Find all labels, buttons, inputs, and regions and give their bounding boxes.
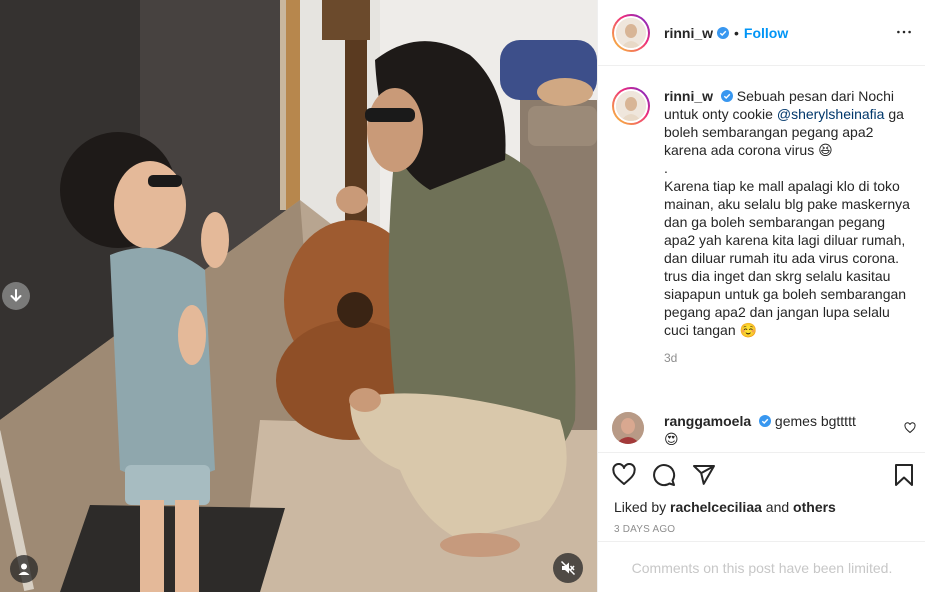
separator-dot: • xyxy=(734,24,739,41)
post-caption: rinni_w Sebuah pesan dari Nochi untuk on… xyxy=(612,87,912,365)
caption-avatar[interactable] xyxy=(612,87,650,125)
mute-icon[interactable] xyxy=(553,553,583,583)
comment-emoji: 😍 xyxy=(664,431,679,447)
caption-paragraph-2: Karena tiap ke mall apalagi klo di toko … xyxy=(664,178,910,338)
commenter-avatar[interactable] xyxy=(612,412,644,444)
caption-timestamp[interactable]: 3d xyxy=(664,351,912,365)
caption-mention[interactable]: @sherylsheinafia xyxy=(777,106,885,122)
post-author-username[interactable]: rinni_w xyxy=(664,25,713,41)
verified-badge-icon xyxy=(717,26,730,39)
bookmark-icon[interactable] xyxy=(892,463,916,487)
comments-limited-notice: Comments on this post have been limited. xyxy=(598,541,925,592)
verified-badge-icon xyxy=(720,90,733,102)
action-buttons-row xyxy=(612,463,716,487)
comment-text: gemes bgttttt xyxy=(774,413,856,429)
comment-body: ranggamoela gemes bgttttt 😍 xyxy=(664,412,912,448)
avatar[interactable] xyxy=(612,13,650,52)
verified-badge-icon xyxy=(759,415,772,427)
caption-text: rinni_w Sebuah pesan dari Nochi untuk on… xyxy=(664,87,912,339)
caption-username[interactable]: rinni_w xyxy=(664,88,713,104)
user-tag-icon[interactable] xyxy=(10,555,38,583)
more-options-icon[interactable] xyxy=(894,22,914,42)
heart-icon[interactable] xyxy=(612,463,636,487)
share-icon[interactable] xyxy=(692,463,716,487)
follow-button[interactable]: Follow xyxy=(744,25,788,41)
comment-item: ranggamoela gemes bgttttt 😍 xyxy=(612,412,916,448)
post-date[interactable]: 3 DAYS AGO xyxy=(614,524,675,535)
comment-like-heart-icon[interactable] xyxy=(904,422,916,434)
post-actions: Liked by rachelceciliaa and others 3 DAY… xyxy=(598,452,925,592)
caption-dot-line: . xyxy=(664,160,668,176)
likes-others[interactable]: others xyxy=(793,499,836,515)
likes-user[interactable]: rachelceciliaa xyxy=(670,499,762,515)
comment-username[interactable]: ranggamoela xyxy=(664,413,751,429)
post-header: rinni_w • Follow xyxy=(598,0,925,66)
video-frame xyxy=(0,0,597,592)
comments-list[interactable]: rinni_w Sebuah pesan dari Nochi untuk on… xyxy=(598,67,925,452)
likes-summary: Liked by rachelceciliaa and others xyxy=(614,499,836,515)
comment-icon[interactable] xyxy=(652,463,676,487)
post-details-panel: rinni_w • Follow rinni_w Sebuah pesan da… xyxy=(597,0,925,592)
arrow-down-icon[interactable] xyxy=(2,282,30,310)
likes-prefix: Liked by xyxy=(614,499,667,515)
likes-conjunction: and xyxy=(765,499,790,515)
post-media-video[interactable] xyxy=(0,0,597,592)
